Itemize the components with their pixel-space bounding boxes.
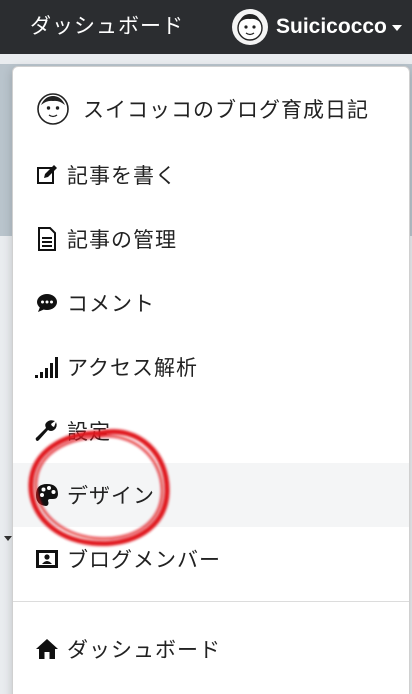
menu-item-label: 記事の管理 bbox=[67, 228, 177, 252]
menu-item-label: ブログメンバー bbox=[67, 548, 221, 572]
user-dropdown-menu: スイコッコのブログ育成日記 記事を書く 記事の管理 コメント アクセス解析 設定… bbox=[12, 66, 410, 694]
menu-item-label: ダッシュボード bbox=[67, 638, 221, 662]
comment-bubble-icon bbox=[35, 291, 59, 315]
menu-item-design[interactable]: デザイン bbox=[13, 463, 409, 527]
member-card-icon bbox=[35, 547, 59, 571]
menu-item-label: スイコッコのブログ育成日記 bbox=[83, 98, 369, 122]
avatar-face-icon bbox=[237, 14, 263, 41]
document-icon bbox=[35, 227, 59, 251]
menu-item-blog-members[interactable]: ブログメンバー bbox=[13, 527, 409, 591]
top-nav-bar: ダッシュボード Suicicocco bbox=[0, 0, 412, 54]
menu-item-write-article[interactable]: 記事を書く bbox=[13, 143, 409, 207]
menu-item-access-analytics[interactable]: アクセス解析 bbox=[13, 335, 409, 399]
avatar-face-icon bbox=[35, 91, 71, 127]
menu-item-label: アクセス解析 bbox=[67, 356, 198, 380]
menu-item-dashboard[interactable]: ダッシュボード bbox=[13, 617, 409, 681]
wrench-icon bbox=[35, 419, 59, 443]
menu-item-settings[interactable]: 設定 bbox=[13, 399, 409, 463]
background-caret-icon bbox=[4, 536, 12, 541]
menu-item-comments[interactable]: コメント bbox=[13, 271, 409, 335]
username: Suicicocco bbox=[276, 15, 387, 38]
avatar bbox=[232, 9, 268, 45]
menu-item-label: デザイン bbox=[67, 484, 155, 508]
menu-divider bbox=[13, 601, 409, 602]
menu-item-manage-articles[interactable]: 記事の管理 bbox=[13, 207, 409, 271]
home-icon bbox=[35, 637, 59, 661]
page: ダッシュボード Suicicocco スイコッコのブログ育成日記 記事を書く 記… bbox=[0, 0, 412, 694]
pencil-square-icon bbox=[35, 163, 59, 187]
menu-item-blog[interactable]: スイコッコのブログ育成日記 bbox=[13, 77, 409, 141]
menu-item-label: 記事を書く bbox=[67, 164, 177, 188]
palette-icon bbox=[35, 483, 59, 507]
menu-item-label: 設定 bbox=[67, 420, 111, 444]
user-menu-toggle[interactable]: Suicicocco bbox=[232, 7, 402, 47]
signal-bars-icon bbox=[35, 355, 59, 379]
menu-item-label: コメント bbox=[67, 292, 155, 316]
chevron-down-icon bbox=[391, 25, 402, 31]
dashboard-link[interactable]: ダッシュボード bbox=[30, 11, 184, 41]
